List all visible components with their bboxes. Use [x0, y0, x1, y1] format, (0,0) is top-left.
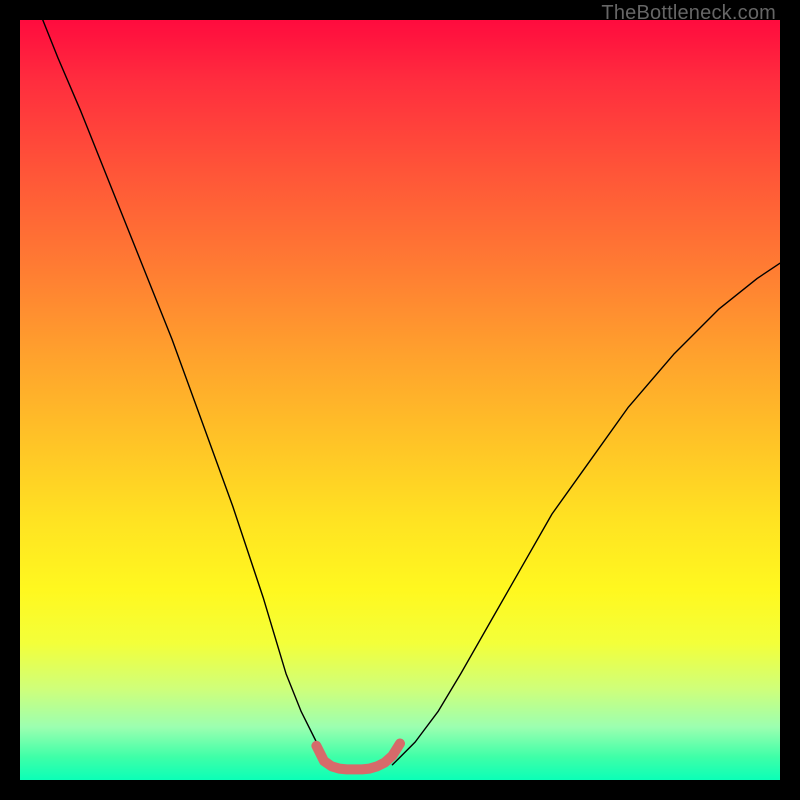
chart-plot-area: [20, 20, 780, 780]
series-right-curve: [392, 263, 780, 765]
chart-frame: TheBottleneck.com: [0, 0, 800, 800]
chart-svg: [20, 20, 780, 780]
series-floor-highlight: [316, 744, 400, 770]
series-left-curve: [43, 20, 332, 765]
